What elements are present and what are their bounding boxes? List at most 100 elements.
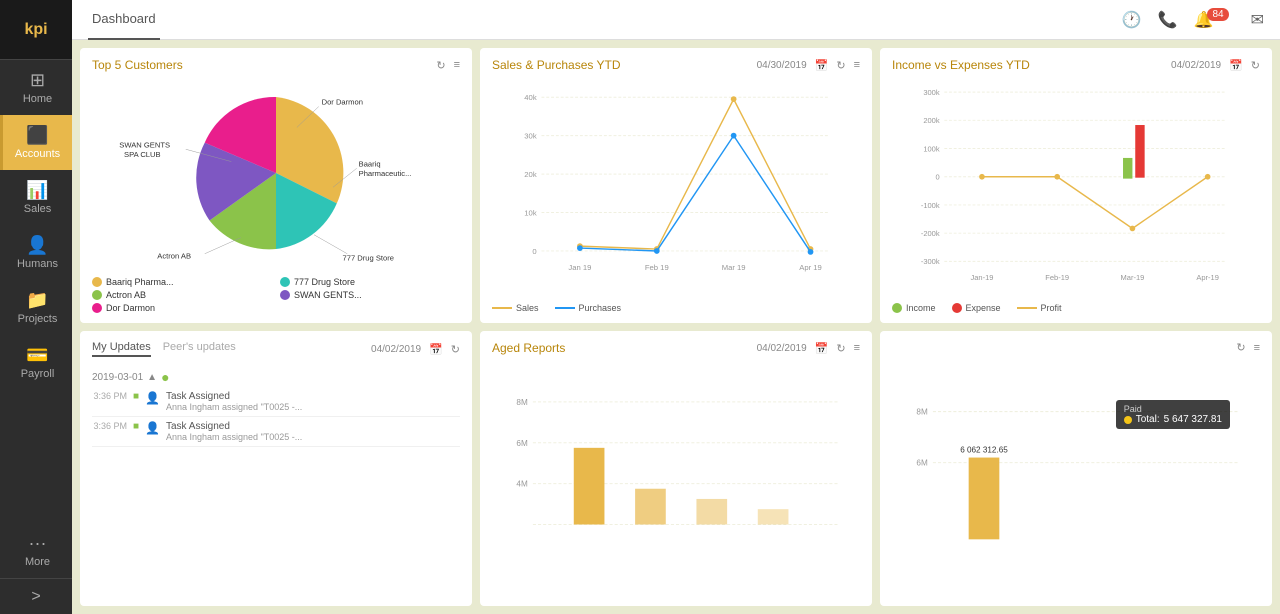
legend-item-expense: Expense	[952, 303, 1001, 313]
my-updates-card: My Updates Peer's updates 04/02/2019 📅 ↻…	[80, 331, 472, 606]
accounts-icon: ⬛	[26, 125, 48, 146]
refresh-icon[interactable]: ↻	[1251, 59, 1260, 72]
card-header: Aged Reports 04/02/2019 📅 ↻ ≡	[492, 341, 860, 355]
card-header: Sales & Purchases YTD 04/30/2019 📅 ↻ ≡	[492, 58, 860, 72]
sidebar-item-projects[interactable]: 📁 Projects	[0, 280, 72, 335]
menu-icon[interactable]: ≡	[854, 342, 860, 354]
sidebar-item-humans[interactable]: 👤 Humans	[0, 225, 72, 280]
update-item: 3:36 PM ■ 👤 Task Assigned Anna Ingham as…	[92, 417, 460, 447]
refresh-icon[interactable]: ↻	[836, 342, 845, 355]
topbar: Dashboard 🕐 📞 🔔84 ✉	[72, 0, 1280, 40]
card-header: Income vs Expenses YTD 04/02/2019 📅 ↻	[892, 58, 1260, 72]
card-body: 300k 200k 100k 0 -100k -200k -300k Jan-1…	[892, 78, 1260, 313]
date-label: 04/30/2019	[757, 60, 807, 71]
sales-line-chart: 40k 30k 20k 10k 0 Jan 19 Feb 19 Mar 19 A…	[492, 78, 860, 299]
refresh-icon[interactable]: ↻	[836, 59, 845, 72]
expand-icon[interactable]: ▲	[147, 372, 157, 383]
sidebar-item-label: Sales	[24, 203, 52, 215]
update-item: 3:36 PM ■ 👤 Task Assigned Anna Ingham as…	[92, 387, 460, 417]
sidebar-expand-button[interactable]: >	[0, 578, 72, 614]
phone-icon[interactable]: 📞	[1158, 10, 1178, 30]
dashboard-tab[interactable]: Dashboard	[88, 0, 160, 40]
legend-item: 777 Drug Store	[280, 277, 460, 287]
card-body: Dor Darmon Baariq Pharmaceutic... SWAN G…	[92, 78, 460, 313]
date-label: 04/02/2019	[371, 344, 421, 355]
svg-text:SWAN GENTS: SWAN GENTS	[119, 140, 170, 149]
menu-icon[interactable]: ≡	[454, 59, 460, 71]
clock-icon[interactable]: 🕐	[1122, 10, 1142, 30]
svg-text:6 062 312.65: 6 062 312.65	[960, 445, 1008, 454]
profit-line	[1017, 307, 1037, 309]
legend-item: Baariq Pharma...	[92, 277, 272, 287]
calendar-icon[interactable]: 📅	[815, 342, 829, 355]
sidebar-item-sales[interactable]: 📊 Sales	[0, 170, 72, 225]
sales-purchases-card: Sales & Purchases YTD 04/30/2019 📅 ↻ ≡	[480, 48, 872, 323]
date-label: 04/02/2019	[1171, 60, 1221, 71]
calendar-icon[interactable]: 📅	[429, 343, 443, 356]
menu-icon[interactable]: ≡	[854, 59, 860, 71]
svg-text:Pharmaceutic...: Pharmaceutic...	[359, 169, 412, 178]
refresh-icon[interactable]: ↻	[1236, 341, 1245, 354]
svg-text:0: 0	[935, 173, 939, 182]
svg-text:Apr-19: Apr-19	[1196, 273, 1219, 282]
calendar-icon[interactable]: 📅	[1229, 59, 1243, 72]
svg-text:100k: 100k	[923, 144, 940, 153]
home-icon: ⊞	[30, 70, 45, 91]
topbar-icons: 🕐 📞 🔔84 ✉	[1122, 10, 1264, 30]
sidebar-item-label: Humans	[17, 258, 58, 270]
user-icon: 👤	[145, 391, 160, 412]
tab-peers-updates[interactable]: Peer's updates	[163, 341, 236, 357]
pie-chart: Dor Darmon Baariq Pharmaceutic... SWAN G…	[92, 78, 460, 268]
pie-legend: Baariq Pharma... 777 Drug Store Actron A…	[92, 277, 460, 313]
legend-dot	[92, 277, 102, 287]
payroll-icon: 💳	[26, 345, 48, 366]
email-icon[interactable]: ✉	[1251, 10, 1264, 30]
legend-item-profit: Profit	[1017, 303, 1062, 313]
projects-icon: 📁	[26, 290, 48, 311]
svg-text:Mar-19: Mar-19	[1121, 273, 1145, 282]
svg-text:-200k: -200k	[921, 229, 940, 238]
income-line-chart: 300k 200k 100k 0 -100k -200k -300k Jan-1…	[892, 78, 1260, 299]
notification-icon[interactable]: 🔔84	[1194, 10, 1235, 30]
svg-text:Feb-19: Feb-19	[1045, 273, 1069, 282]
svg-text:200k: 200k	[923, 116, 940, 125]
card-header-actions: 04/30/2019 📅 ↻ ≡	[757, 59, 860, 72]
aged-reports-body: 8M 6M 4M	[492, 361, 860, 596]
tab-my-updates[interactable]: My Updates	[92, 341, 151, 357]
svg-text:Mar 19: Mar 19	[722, 263, 746, 272]
update-color-indicator: ■	[133, 391, 139, 412]
svg-text:Apr 19: Apr 19	[799, 263, 822, 272]
income-expenses-card: Income vs Expenses YTD 04/02/2019 📅 ↻	[880, 48, 1272, 323]
svg-text:4M: 4M	[516, 480, 528, 489]
svg-text:Jan-19: Jan-19	[970, 273, 993, 282]
legend-dot	[92, 290, 102, 300]
more-icon: ···	[29, 533, 47, 554]
date-label: 04/02/2019	[757, 343, 807, 354]
svg-text:Feb 19: Feb 19	[645, 263, 669, 272]
sidebar-item-home[interactable]: ⊞ Home	[0, 60, 72, 115]
update-title: Task Assigned	[166, 391, 302, 402]
svg-text:30k: 30k	[524, 132, 537, 141]
svg-text:20k: 20k	[524, 170, 537, 179]
sales-line	[492, 307, 512, 309]
calendar-icon[interactable]: 📅	[815, 59, 829, 72]
svg-text:777 Drug Store: 777 Drug Store	[343, 253, 395, 262]
income-dot	[892, 303, 902, 313]
sidebar-item-payroll[interactable]: 💳 Payroll	[0, 335, 72, 390]
aged-reports-right-card: ↻ ≡ 8M 6M 6 062 312.65	[880, 331, 1272, 606]
app-logo: kpi	[0, 0, 72, 60]
card-title: Sales & Purchases YTD	[492, 58, 621, 72]
legend-dot	[280, 277, 290, 287]
sidebar-item-accounts[interactable]: ⬛ Accounts	[0, 115, 72, 170]
refresh-icon[interactable]: ↻	[436, 59, 445, 72]
card-header: My Updates Peer's updates 04/02/2019 📅 ↻	[92, 341, 460, 357]
sidebar-item-more[interactable]: ··· More	[0, 523, 72, 578]
aged-reports-card: Aged Reports 04/02/2019 📅 ↻ ≡ 8M	[480, 331, 872, 606]
notification-badge: 84	[1207, 8, 1228, 21]
aged-reports-right-body: 8M 6M 6 062 312.65 Paid Total: 5 647 327…	[892, 360, 1260, 596]
refresh-icon[interactable]: ↻	[451, 343, 460, 356]
update-date-group: 2019-03-01 ▲ ●	[92, 369, 460, 385]
svg-text:6M: 6M	[516, 439, 528, 448]
card-header: Top 5 Customers ↻ ≡	[92, 58, 460, 72]
menu-icon[interactable]: ≡	[1254, 342, 1260, 354]
